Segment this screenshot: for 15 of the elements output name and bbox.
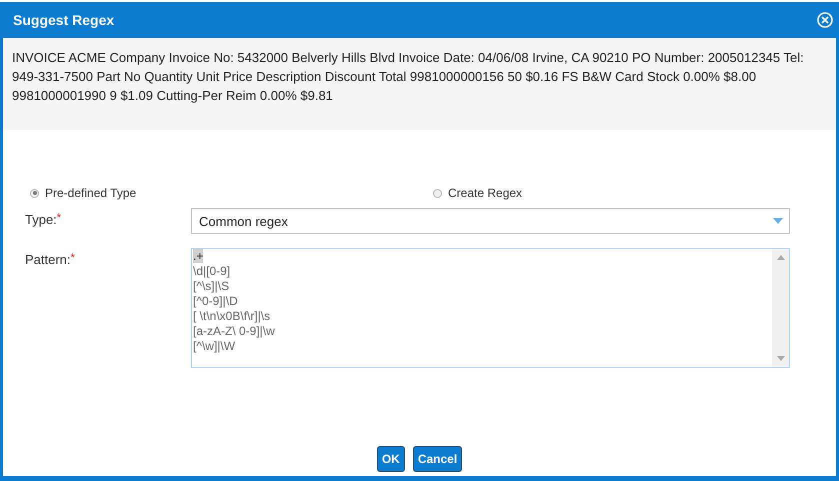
radio-option[interactable]: Create Regex [433,183,836,203]
sample-text: INVOICE ACME Company Invoice No: 5432000 Belverly Hills Blvd Invoice Date: 04/06/08 Irvine, CA 90210 PO Number: 2005012345 Tel: 949-331-7500 Part No Quantity Unit Price Description Discount Total 9981000000156 50 $0.16 FS B&W Card Stock 0.00% $8.00 9981000001990 9 $1.09 Cutting-Per Reim 0.00% $9.81 [12,49,805,105]
field-label: Pattern:* [25,251,76,267]
scroll-up-icon[interactable] [776,255,784,260]
cancel-button[interactable]: Cancel [412,446,462,472]
field-label: Type:* [25,211,62,227]
scroll-down-icon[interactable] [776,356,784,361]
caret-icon [773,218,783,224]
close-icon[interactable] [817,12,833,28]
scrollbar[interactable] [772,249,789,367]
type-dropdown[interactable]: Common regex [191,208,790,234]
radio-option[interactable]: Pre-defined Type [30,183,433,203]
ok-button[interactable]: OK [376,446,405,472]
window-title: Suggest Regex [13,12,114,28]
pattern-field[interactable]: .+ \d|[0-9] [^\s]|\S [^0-9]|\D [ \t\n\x0B\f\r]|\s [a-zA-Z\ 0-9]|\w [^\w]|\W [191,248,790,368]
